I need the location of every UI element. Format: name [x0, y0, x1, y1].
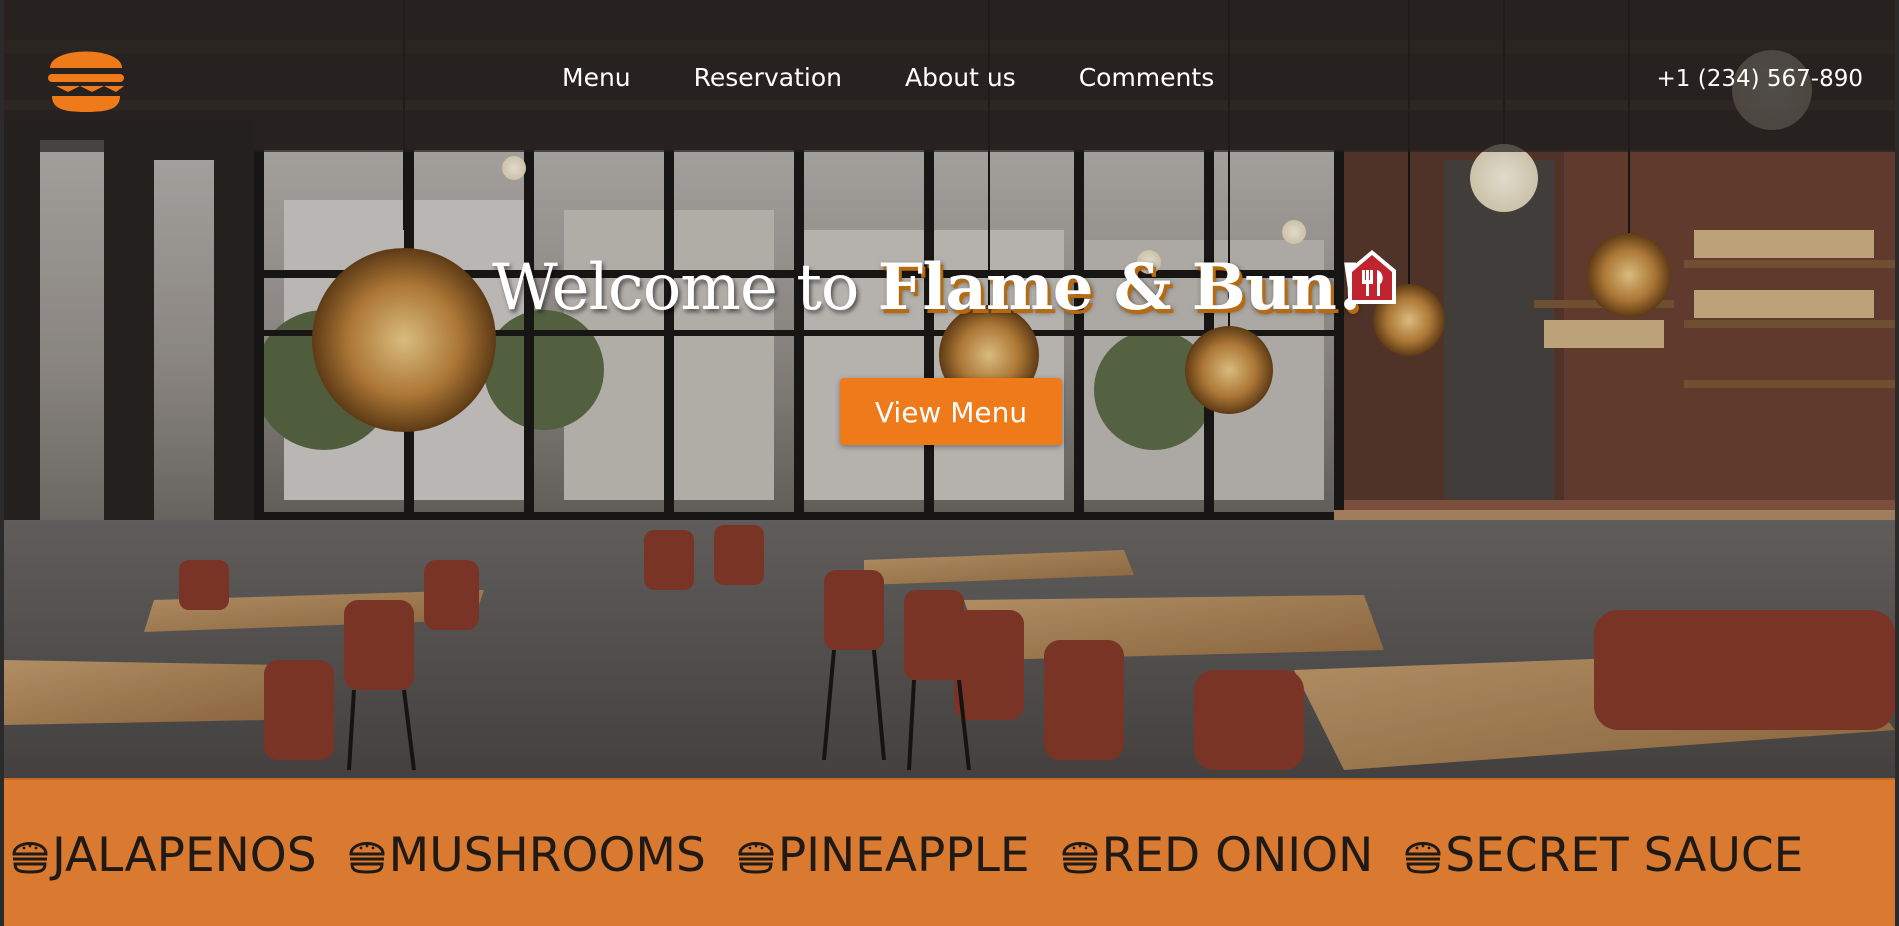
ticker-item: PINEAPPLE	[736, 828, 1030, 884]
ticker-item: RED ONION	[1060, 828, 1374, 884]
nav-about-us[interactable]: About us	[905, 60, 1016, 96]
view-menu-button[interactable]: View Menu	[840, 378, 1062, 445]
hero-title: Welcome to Flame & Bun!	[492, 248, 1364, 328]
burger-icon	[1405, 842, 1441, 874]
main-nav: Menu Reservation About us Comments	[562, 60, 1277, 96]
site-header: Menu Reservation About us Comments +1 (2…	[4, 0, 1895, 152]
ticker-label: RED ONION	[1101, 828, 1374, 883]
ticker-track: JALAPENOS MUSHROOMS PINEAPPLE RED ONION …	[10, 828, 1833, 884]
ticker-item: SECRET SAUCE	[1403, 828, 1803, 884]
ticker-label: SECRET SAUCE	[1445, 828, 1804, 883]
ticker-label: PINEAPPLE	[777, 828, 1030, 883]
restaurant-house-icon	[1348, 250, 1396, 304]
ticker-label: MUSHROOMS	[388, 828, 706, 883]
nav-menu[interactable]: Menu	[562, 60, 631, 96]
ingredient-ticker: JALAPENOS MUSHROOMS PINEAPPLE RED ONION …	[4, 778, 1895, 926]
ticker-item: MUSHROOMS	[347, 828, 706, 884]
burger-icon	[738, 842, 774, 874]
ticker-label: JALAPENOS	[52, 828, 317, 883]
burger-icon[interactable]	[44, 38, 128, 114]
burger-icon	[1062, 842, 1098, 874]
nav-comments[interactable]: Comments	[1079, 60, 1215, 96]
burger-icon	[349, 842, 385, 874]
burger-icon	[12, 842, 48, 874]
hero-title-brand: Flame & Bun!	[877, 250, 1364, 325]
ticker-item: JALAPENOS	[10, 828, 317, 884]
phone-number[interactable]: +1 (234) 567-890	[1657, 62, 1863, 96]
page-frame: Menu Reservation About us Comments +1 (2…	[4, 0, 1895, 926]
hero-title-lead: Welcome to	[492, 251, 878, 325]
nav-reservation[interactable]: Reservation	[694, 60, 842, 96]
